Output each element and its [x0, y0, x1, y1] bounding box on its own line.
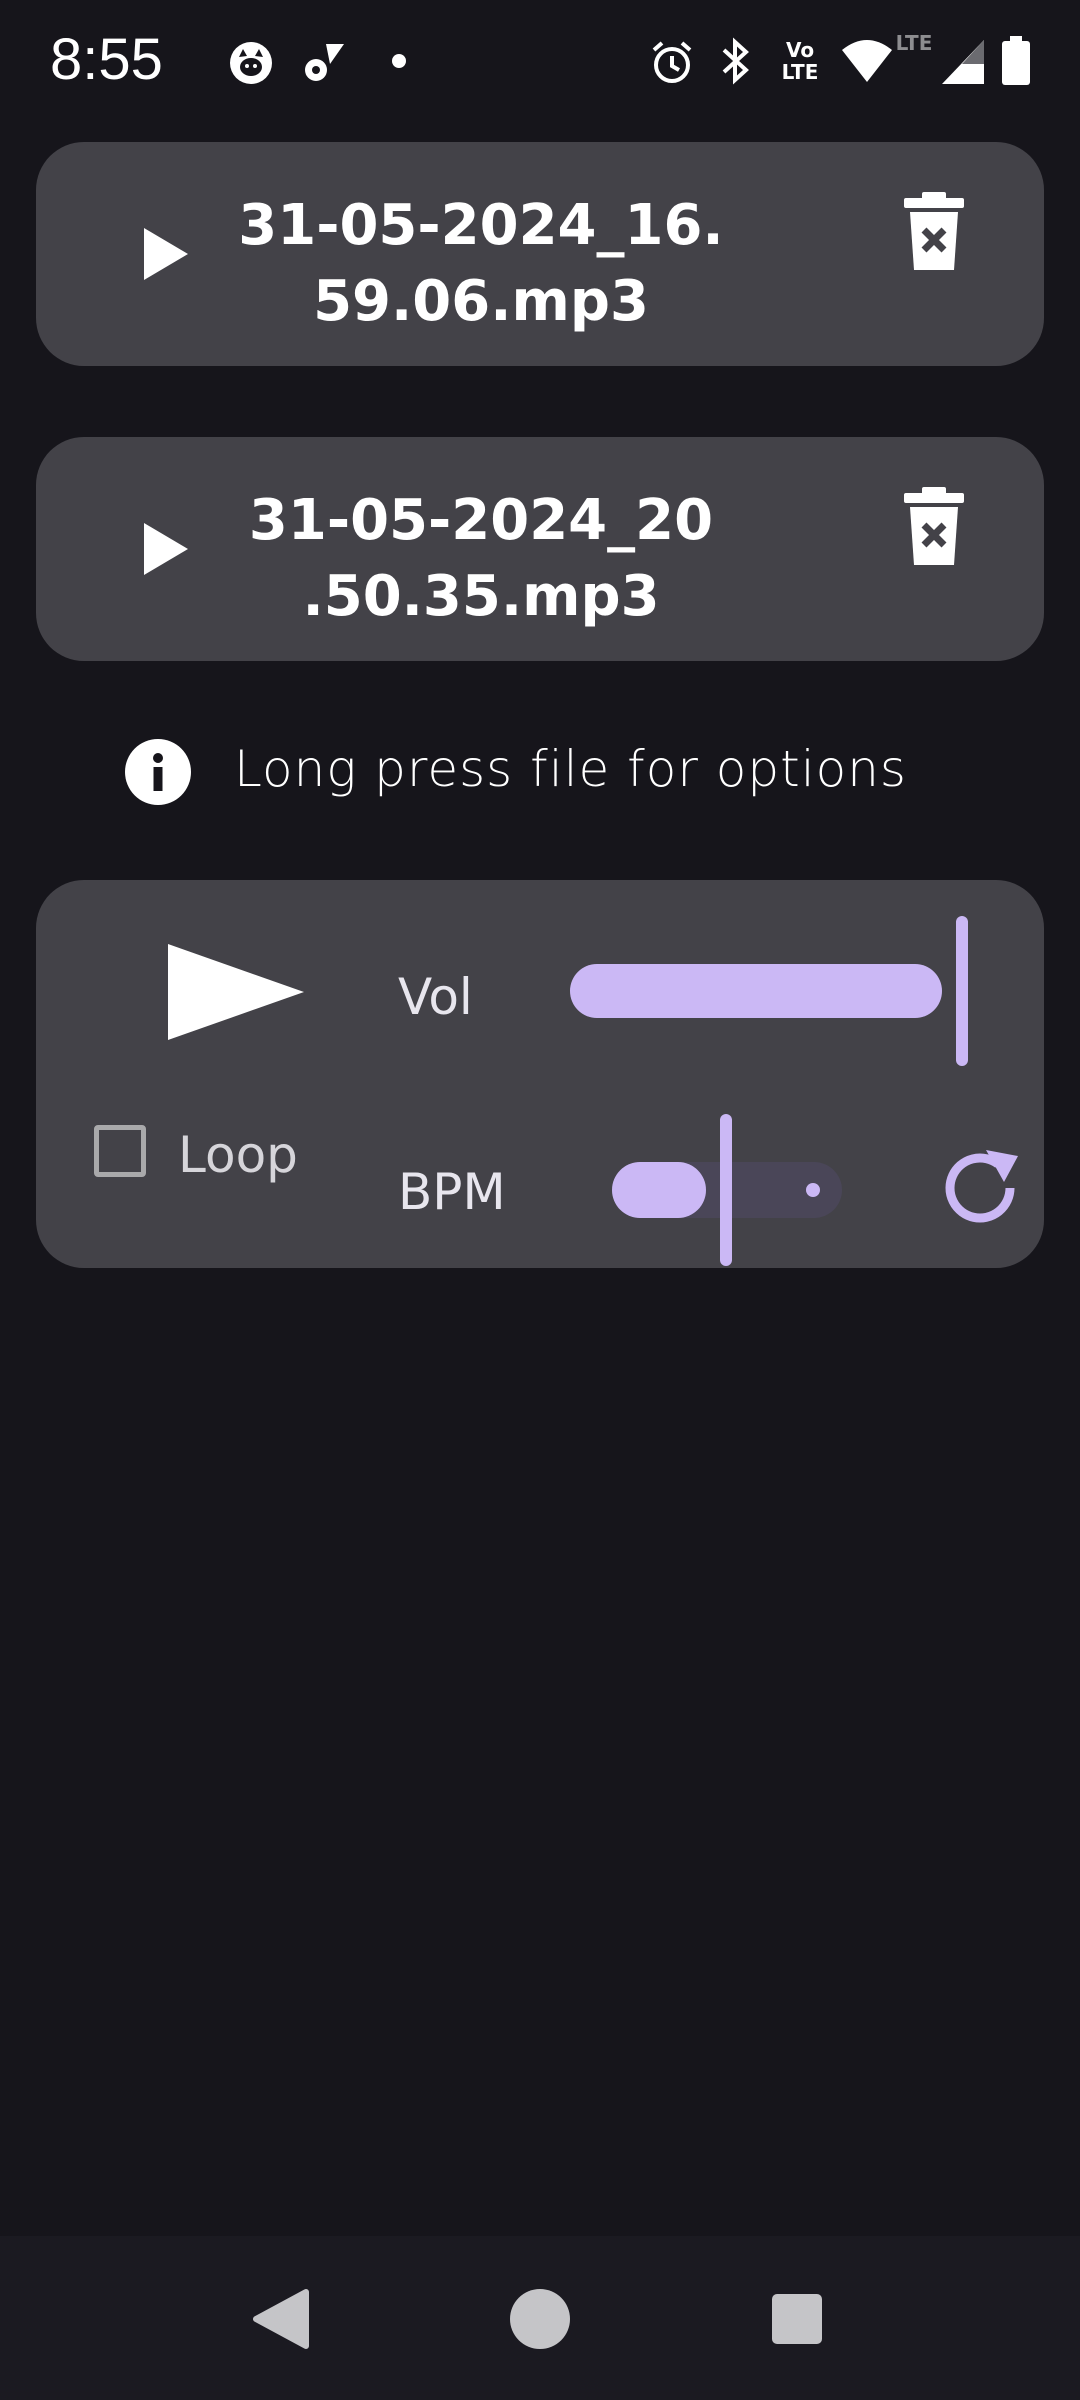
file-name-line1: 31-05-2024_20	[248, 488, 714, 553]
play-button[interactable]	[164, 940, 314, 1050]
file-name-line1: 31-05-2024_16.	[238, 193, 724, 258]
bpm-slider-thumb[interactable]	[720, 1114, 732, 1266]
volte-label-top: Vo	[785, 38, 815, 62]
hint-text: Long press file for options	[234, 740, 907, 798]
player-panel: Vol Loop BPM	[36, 880, 1044, 1268]
bpm-slider-fill	[612, 1162, 706, 1218]
battery-icon	[1000, 36, 1032, 86]
play-file-icon[interactable]	[136, 519, 196, 579]
home-icon[interactable]	[505, 2284, 575, 2354]
volume-slider[interactable]	[570, 916, 990, 1066]
file-name: 31-05-2024_16. 59.06.mp3	[226, 188, 736, 340]
recents-icon[interactable]	[762, 2284, 832, 2354]
back-icon[interactable]	[244, 2284, 314, 2354]
file-card[interactable]: 31-05-2024_16. 59.06.mp3	[36, 142, 1044, 366]
loop-label[interactable]: Loop	[178, 1126, 298, 1184]
file-name-line2: 59.06.mp3	[313, 269, 649, 334]
status-time: 8:55	[50, 27, 163, 92]
volume-slider-thumb[interactable]	[956, 916, 968, 1066]
delete-icon[interactable]	[898, 190, 970, 274]
loop-checkbox[interactable]	[94, 1125, 146, 1177]
settings-wifi-icon	[300, 40, 348, 86]
info-icon	[124, 738, 192, 806]
file-name: 31-05-2024_20 .50.35.mp3	[226, 483, 736, 635]
lte-signal-icon	[940, 36, 986, 86]
volume-slider-fill	[570, 964, 942, 1018]
bluetooth-icon	[718, 36, 754, 86]
options-hint: Long press file for options	[124, 732, 1024, 812]
lte-label: LTE	[895, 31, 933, 55]
play-file-icon[interactable]	[136, 224, 196, 284]
bpm-slider-stop-indicator	[806, 1183, 820, 1197]
reset-bpm-icon[interactable]	[936, 1142, 1028, 1234]
file-card[interactable]: 31-05-2024_20 .50.35.mp3	[36, 437, 1044, 661]
volume-label: Vol	[398, 968, 473, 1026]
volte-icon: Vo LTE	[774, 36, 826, 86]
volte-label-bottom: LTE	[781, 60, 819, 84]
wifi-icon	[840, 38, 894, 84]
cat-icon	[228, 40, 274, 86]
bpm-slider[interactable]	[612, 1114, 852, 1266]
file-name-line2: .50.35.mp3	[302, 564, 660, 629]
dot-icon	[390, 52, 408, 70]
navigation-bar	[0, 2236, 1080, 2400]
delete-icon[interactable]	[898, 485, 970, 569]
status-bar: 8:55 Vo LTE LTE	[0, 0, 1080, 130]
bpm-label: BPM	[398, 1163, 506, 1221]
alarm-icon	[648, 38, 696, 86]
